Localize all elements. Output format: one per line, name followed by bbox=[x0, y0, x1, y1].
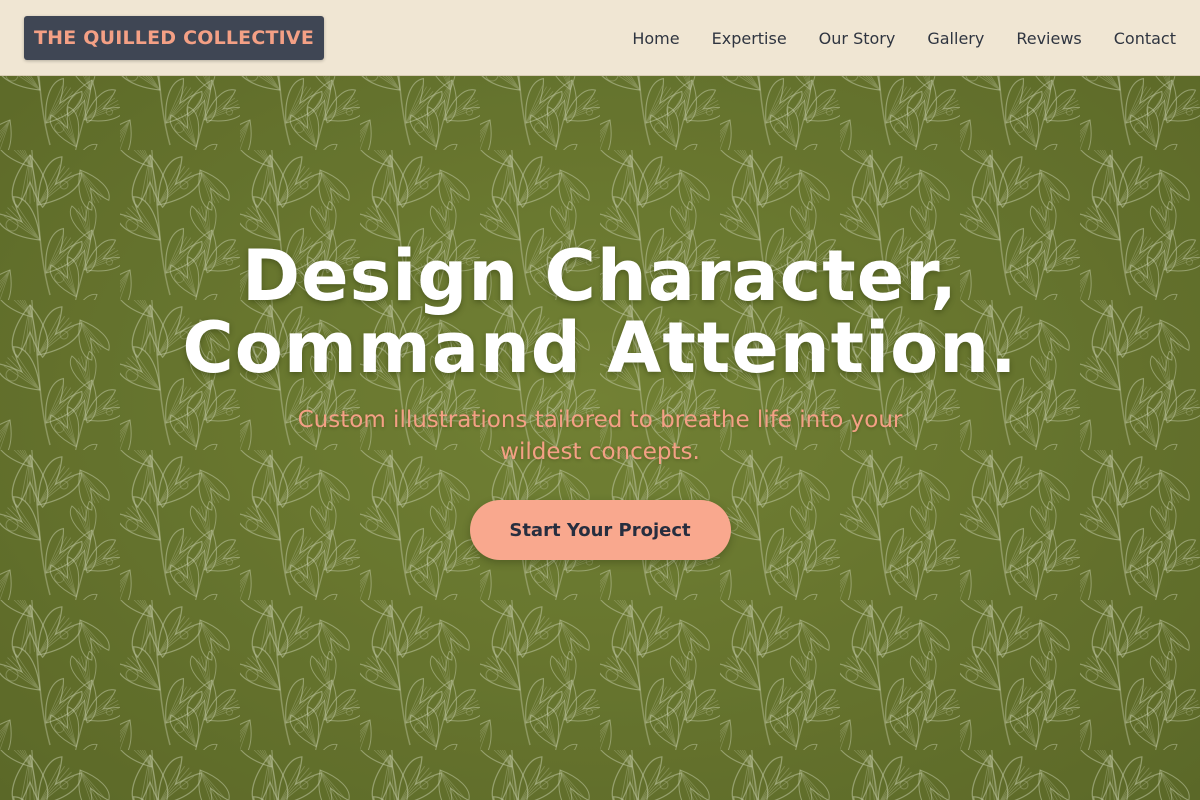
site-header: THE QUILLED COLLECTIVE Home Expertise Ou… bbox=[0, 0, 1200, 76]
nav-link-gallery[interactable]: Gallery bbox=[927, 29, 984, 48]
nav-link-home[interactable]: Home bbox=[632, 29, 679, 48]
brand-logo[interactable]: THE QUILLED COLLECTIVE bbox=[24, 16, 324, 60]
nav-link-expertise[interactable]: Expertise bbox=[712, 29, 787, 48]
hero-subtitle: Custom illustrations tailored to breathe… bbox=[297, 407, 903, 465]
nav-link-reviews[interactable]: Reviews bbox=[1016, 29, 1081, 48]
nav-item-contact: Contact bbox=[1114, 29, 1176, 48]
nav-list: Home Expertise Our Story Gallery Reviews… bbox=[632, 0, 1176, 76]
nav-item-expertise: Expertise bbox=[712, 29, 787, 48]
hero-section: Design Character, Command Attention. Cus… bbox=[0, 240, 1200, 560]
hero-title-line-2: Command Attention. bbox=[182, 307, 1018, 389]
nav-item-home: Home bbox=[632, 29, 679, 48]
nav-item-reviews: Reviews bbox=[1016, 29, 1081, 48]
start-project-button[interactable]: Start Your Project bbox=[469, 500, 731, 560]
brand-name: THE QUILLED COLLECTIVE bbox=[33, 27, 315, 49]
page: THE QUILLED COLLECTIVE Home Expertise Ou… bbox=[0, 0, 1200, 800]
nav-link-our-story[interactable]: Our Story bbox=[819, 29, 896, 48]
nav-item-our-story: Our Story bbox=[819, 29, 896, 48]
nav-link-contact[interactable]: Contact bbox=[1114, 29, 1176, 48]
hero-title-line-1: Design Character, bbox=[241, 235, 958, 317]
hero-title: Design Character, Command Attention. bbox=[0, 240, 1200, 384]
nav-item-gallery: Gallery bbox=[927, 29, 984, 48]
